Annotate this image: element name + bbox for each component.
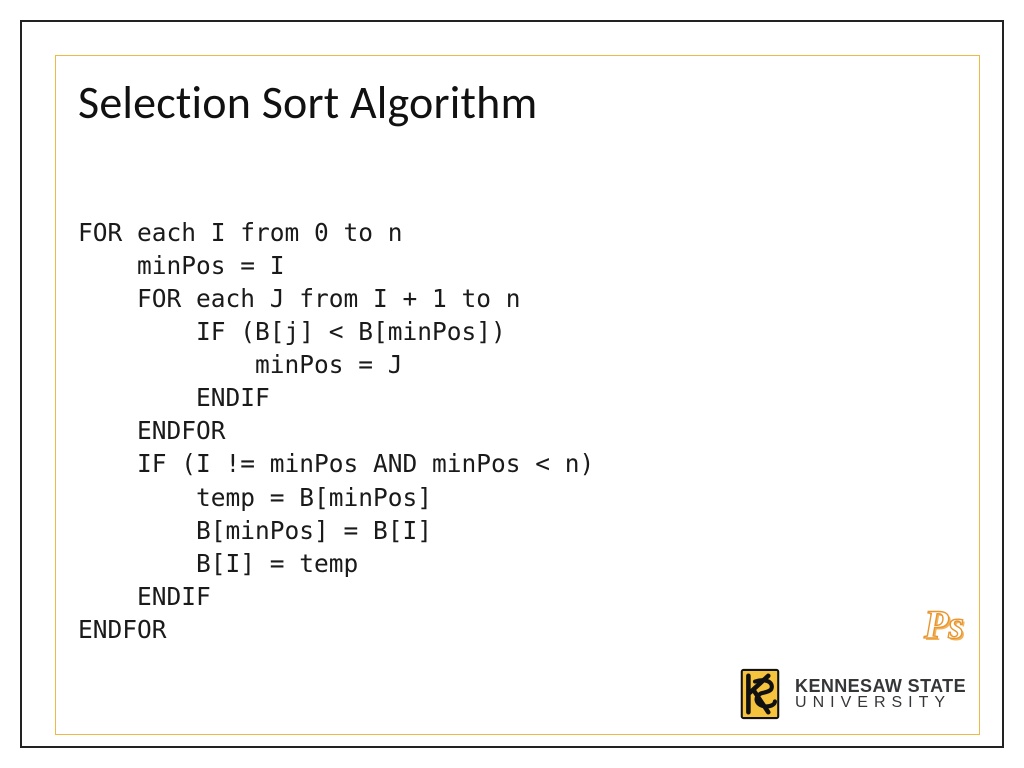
university-name: KENNESAW STATE UNIVERSITY	[795, 677, 966, 711]
slide-title: Selection Sort Algorithm	[78, 75, 537, 131]
pseudocode-block: FOR each I from 0 to n minPos = I FOR ea…	[78, 216, 594, 646]
ps-logo: Ps Ps	[924, 601, 964, 648]
university-name-top: KENNESAW STATE	[795, 677, 966, 695]
ks-monogram-icon	[735, 665, 785, 723]
university-name-bottom: UNIVERSITY	[795, 695, 966, 711]
university-logo: KENNESAW STATE UNIVERSITY	[735, 665, 966, 723]
ps-logo-front: Ps	[924, 602, 964, 647]
